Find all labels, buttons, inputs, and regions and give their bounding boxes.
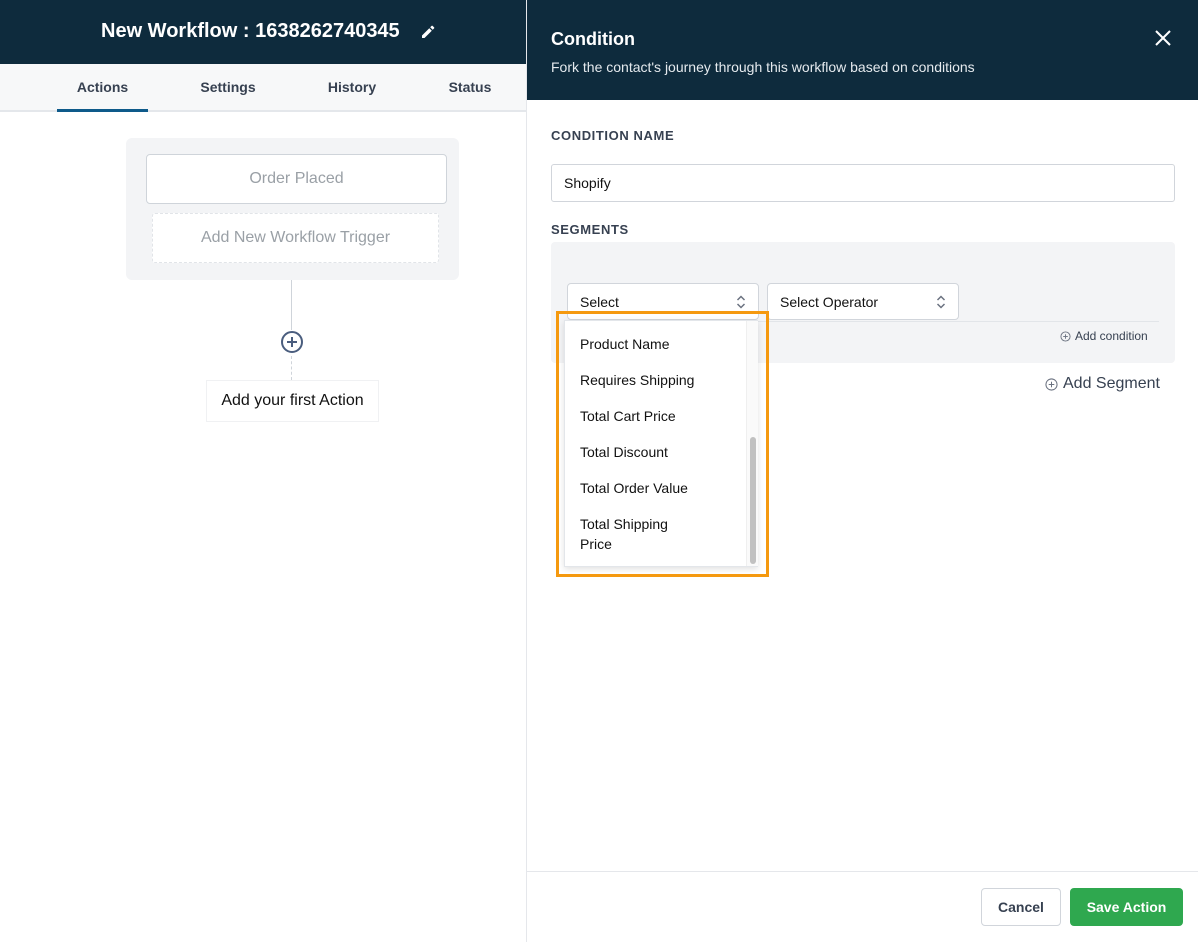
select-arrows-icon [936, 295, 946, 309]
add-segment-label: Add Segment [1063, 375, 1160, 392]
condition-name-input[interactable] [551, 164, 1175, 202]
tab-history[interactable]: History [316, 79, 388, 112]
segments-label: SEGMENTS [551, 222, 629, 237]
connector-dash [291, 356, 292, 380]
footer-divider [527, 871, 1198, 872]
tab-settings[interactable]: Settings [188, 79, 268, 112]
panel-header: Condition Fork the contact's journey thr… [527, 0, 1198, 100]
condition-panel: Condition Fork the contact's journey thr… [526, 0, 1198, 942]
operator-select[interactable]: Select Operator [767, 283, 959, 320]
add-condition-label: Add condition [1075, 329, 1148, 343]
select-arrows-icon [736, 295, 746, 309]
panel-subtitle: Fork the contact's journey through this … [551, 59, 975, 75]
field-select-value: Select [580, 293, 619, 310]
add-first-action[interactable]: Add your first Action [206, 380, 379, 422]
plus-circle-icon [1060, 330, 1071, 342]
tab-actions-label: Actions [76, 79, 129, 95]
pencil-icon[interactable] [420, 24, 436, 40]
workflow-title: New Workflow : 1638262740345 [101, 20, 400, 42]
add-condition-button[interactable]: Add condition [1060, 329, 1148, 343]
tab-status[interactable]: Status [437, 79, 503, 112]
tab-actions[interactable]: Actions [57, 79, 148, 112]
trigger-order-placed[interactable]: Order Placed [146, 154, 447, 204]
add-segment-button[interactable]: Add Segment [1045, 375, 1160, 393]
tab-status-label: Status [448, 79, 492, 95]
highlight-box [556, 311, 769, 577]
add-trigger-button[interactable]: Add New Workflow Trigger [152, 213, 439, 263]
connector-line [291, 280, 292, 330]
condition-name-label: CONDITION NAME [551, 128, 675, 143]
panel-title: Condition [551, 29, 635, 49]
save-action-button[interactable]: Save Action [1070, 888, 1183, 926]
cancel-button[interactable]: Cancel [981, 888, 1061, 926]
workflow-header: New Workflow : 1638262740345 [0, 0, 526, 64]
operator-select-value: Select Operator [780, 293, 879, 310]
plus-circle-icon [1045, 377, 1058, 391]
workflow-tabs: Actions Settings History Status [0, 64, 526, 112]
tab-settings-label: Settings [200, 79, 256, 95]
close-icon[interactable] [1154, 29, 1172, 47]
add-action-plus-icon[interactable] [280, 330, 304, 354]
tab-history-label: History [327, 79, 377, 95]
